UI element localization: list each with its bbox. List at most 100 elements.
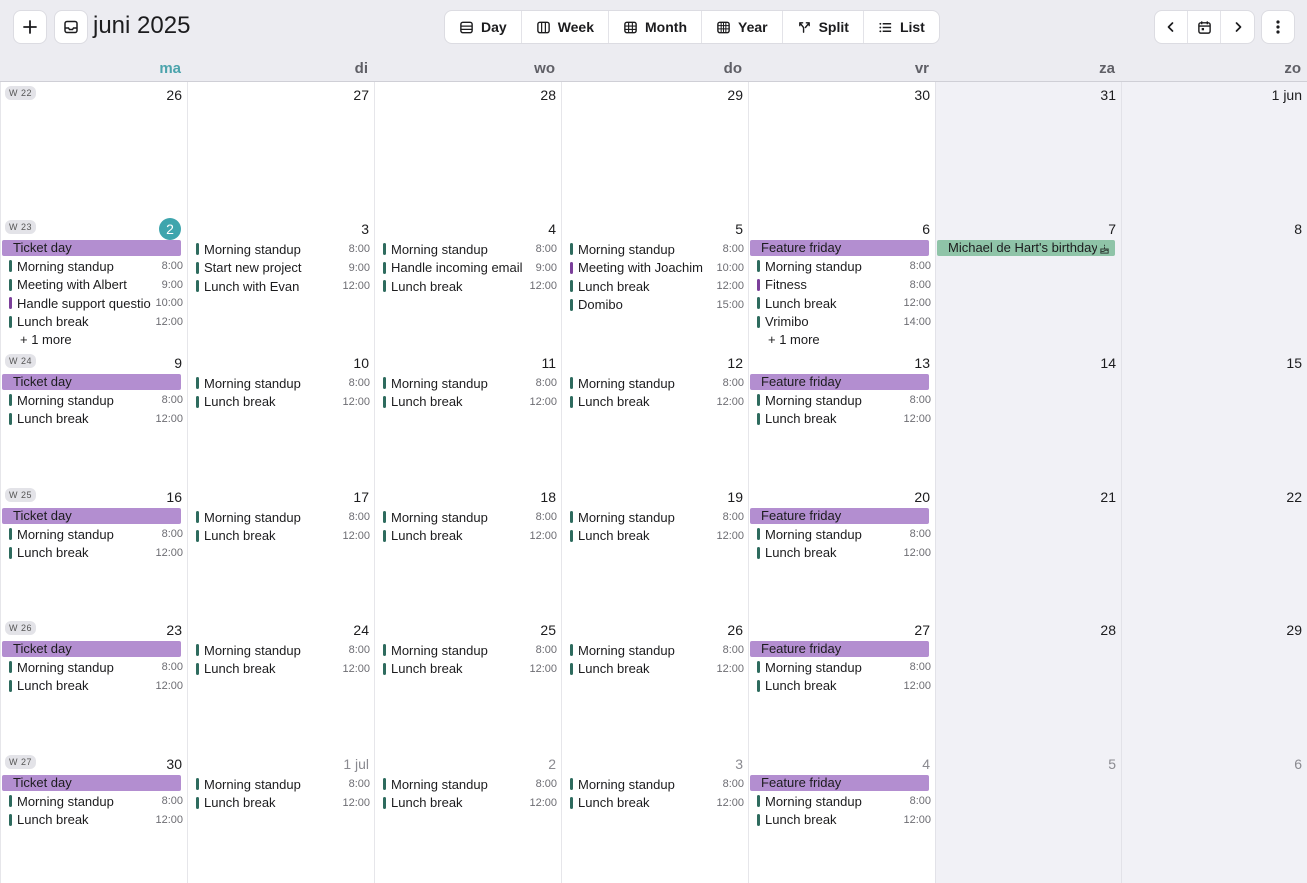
day-number[interactable]: 1 jul <box>343 756 369 772</box>
event-item[interactable]: Lunch with Evan 12:00 <box>188 277 374 296</box>
day-cell[interactable]: 29 <box>561 82 748 216</box>
day-cell[interactable]: 27 <box>187 82 374 216</box>
event-item[interactable]: Lunch break 12:00 <box>1 677 187 696</box>
event-item[interactable]: Lunch break 12:00 <box>188 393 374 412</box>
all-day-event[interactable]: Feature friday <box>750 641 929 657</box>
day-cell[interactable]: 2 Morning standup 8:00 Lunch break 12:00 <box>374 751 561 883</box>
day-number[interactable]: 25 <box>540 622 556 638</box>
next-button[interactable] <box>1221 11 1254 43</box>
day-number[interactable]: 29 <box>727 87 743 103</box>
day-number[interactable]: 17 <box>353 489 369 505</box>
day-cell[interactable]: 5 Morning standup 8:00 Meeting with Joachim… <box>561 216 748 350</box>
event-item[interactable]: Morning standup 8:00 <box>749 257 935 276</box>
day-cell[interactable]: 28 <box>935 617 1121 751</box>
event-item[interactable]: Morning standup 8:00 <box>749 391 935 410</box>
view-month-button[interactable]: Month <box>609 11 702 43</box>
event-item[interactable]: Lunch break 12:00 <box>562 527 748 546</box>
all-day-event[interactable]: Ticket day <box>2 641 181 657</box>
day-number[interactable]: 21 <box>1100 489 1116 505</box>
inbox-button[interactable] <box>54 10 88 44</box>
day-cell[interactable]: 27 Feature friday Morning standup 8:00 Lunch… <box>748 617 935 751</box>
day-number[interactable]: 28 <box>540 87 556 103</box>
day-cell[interactable]: W 26 23 Ticket day Morning standup 8:00 Lunch… <box>0 617 187 751</box>
day-number[interactable]: 24 <box>353 622 369 638</box>
event-item[interactable]: Meeting with Albert 9:00 <box>1 276 187 295</box>
event-item[interactable]: Lunch break 12:00 <box>1 811 187 830</box>
day-number[interactable]: 6 <box>1294 756 1302 772</box>
day-number[interactable]: 30 <box>166 756 182 772</box>
day-number[interactable]: 3 <box>735 756 743 772</box>
event-item[interactable]: Morning standup 8:00 <box>749 525 935 544</box>
event-item[interactable]: Lunch break 12:00 <box>749 811 935 830</box>
event-item[interactable]: Morning standup 8:00 <box>562 641 748 660</box>
view-list-button[interactable]: List <box>864 11 939 43</box>
all-day-event[interactable]: Michael de Hart's birthday <box>937 240 1115 256</box>
view-week-button[interactable]: Week <box>522 11 610 43</box>
day-cell[interactable]: W 22 26 <box>0 82 187 216</box>
event-item[interactable]: Lunch break 12:00 <box>562 794 748 813</box>
day-number[interactable]: 6 <box>922 221 930 237</box>
event-item[interactable]: Morning standup 8:00 <box>188 775 374 794</box>
day-number[interactable]: 23 <box>166 622 182 638</box>
day-cell[interactable]: W 25 16 Ticket day Morning standup 8:00 Lunch… <box>0 484 187 618</box>
day-number[interactable]: 5 <box>1108 756 1116 772</box>
event-item[interactable]: Morning standup 8:00 <box>1 792 187 811</box>
more-options-button[interactable] <box>1261 10 1295 44</box>
event-item[interactable]: Morning standup 8:00 <box>188 374 374 393</box>
day-number[interactable]: 4 <box>922 756 930 772</box>
day-number[interactable]: 13 <box>914 355 930 371</box>
event-item[interactable]: Lunch break 12:00 <box>375 277 561 296</box>
day-cell[interactable]: 22 <box>1121 484 1307 618</box>
day-number[interactable]: 31 <box>1100 87 1116 103</box>
event-item[interactable]: Morning standup 8:00 <box>562 240 748 259</box>
day-cell[interactable]: 1 jun <box>1121 82 1307 216</box>
event-item[interactable]: Morning standup 8:00 <box>1 257 187 276</box>
day-cell[interactable]: 10 Morning standup 8:00 Lunch break 12:00 <box>187 350 374 484</box>
event-item[interactable]: Lunch break 12:00 <box>1 544 187 563</box>
day-cell[interactable]: 4 Morning standup 8:00 Handle incoming emai… <box>374 216 561 350</box>
day-number[interactable]: 7 <box>1108 221 1116 237</box>
day-cell[interactable]: 21 <box>935 484 1121 618</box>
event-item[interactable]: Morning standup 8:00 <box>188 240 374 259</box>
day-number[interactable]: 11 <box>541 355 556 371</box>
event-item[interactable]: Lunch break 12:00 <box>188 660 374 679</box>
day-cell[interactable]: 19 Morning standup 8:00 Lunch break 12:00 <box>561 484 748 618</box>
event-item[interactable]: Domibo 15:00 <box>562 296 748 315</box>
day-number[interactable]: 27 <box>914 622 930 638</box>
day-cell[interactable]: W 23 2 Ticket day Morning standup 8:00 Meetin… <box>0 216 187 350</box>
event-item[interactable]: Lunch break 12:00 <box>1 313 187 332</box>
day-number[interactable]: 22 <box>1286 489 1302 505</box>
all-day-event[interactable]: Ticket day <box>2 508 181 524</box>
day-number[interactable]: 15 <box>1286 355 1302 371</box>
day-cell[interactable]: 12 Morning standup 8:00 Lunch break 12:00 <box>561 350 748 484</box>
event-item[interactable]: Lunch break 12:00 <box>375 393 561 412</box>
event-item[interactable]: Morning standup 8:00 <box>1 658 187 677</box>
day-number[interactable]: 8 <box>1294 221 1302 237</box>
day-number[interactable]: 29 <box>1286 622 1302 638</box>
event-item[interactable]: Meeting with Joachim 10:00 <box>562 259 748 278</box>
day-number[interactable]: 9 <box>174 355 182 371</box>
day-number[interactable]: 5 <box>735 221 743 237</box>
event-item[interactable]: Morning standup 8:00 <box>375 775 561 794</box>
event-item[interactable]: Morning standup 8:00 <box>749 792 935 811</box>
event-item[interactable]: Lunch break 12:00 <box>375 527 561 546</box>
all-day-event[interactable]: Ticket day <box>2 240 181 256</box>
day-cell[interactable]: 3 Morning standup 8:00 Start new project 9:0… <box>187 216 374 350</box>
more-events-link[interactable]: + 1 more <box>1 331 187 349</box>
event-item[interactable]: Lunch break 12:00 <box>562 660 748 679</box>
day-cell[interactable]: 4 Feature friday Morning standup 8:00 Lunch … <box>748 751 935 883</box>
previous-button[interactable] <box>1155 11 1188 43</box>
event-item[interactable]: Lunch break 12:00 <box>749 677 935 696</box>
view-year-button[interactable]: Year <box>702 11 783 43</box>
event-item[interactable]: Morning standup 8:00 <box>1 391 187 410</box>
all-day-event[interactable]: Ticket day <box>2 775 181 791</box>
day-cell[interactable]: 30 <box>748 82 935 216</box>
event-item[interactable]: Morning standup 8:00 <box>1 525 187 544</box>
event-item[interactable]: Morning standup 8:00 <box>562 775 748 794</box>
day-number[interactable]: 2 <box>548 756 556 772</box>
day-cell[interactable]: 5 <box>935 751 1121 883</box>
day-cell[interactable]: 8 <box>1121 216 1307 350</box>
event-item[interactable]: Morning standup 8:00 <box>375 641 561 660</box>
day-number[interactable]: 19 <box>727 489 743 505</box>
day-cell[interactable]: 1 jul Morning standup 8:00 Lunch break 12:00 <box>187 751 374 883</box>
